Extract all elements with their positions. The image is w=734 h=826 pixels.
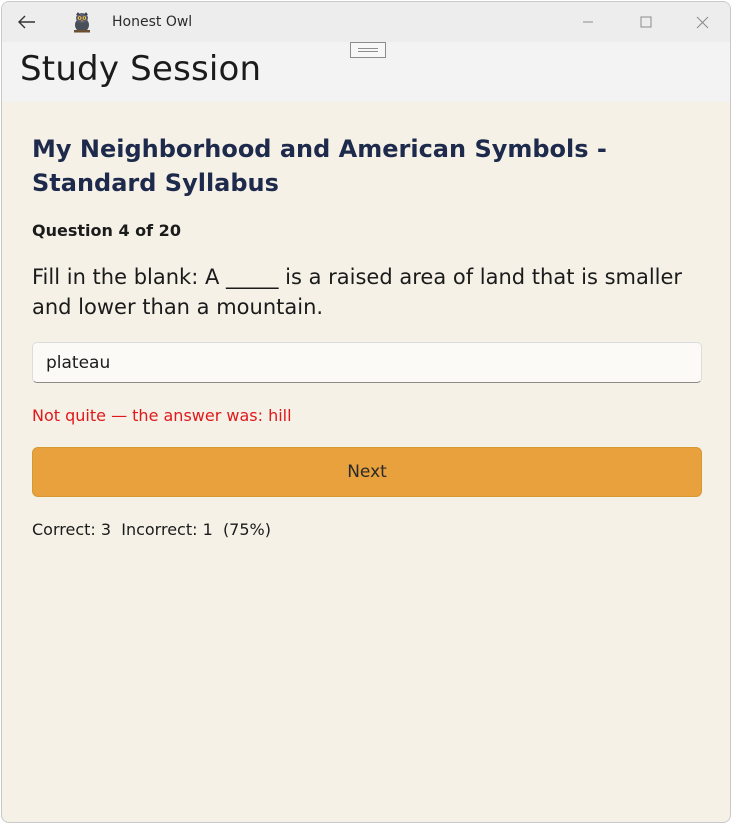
maximize-icon	[640, 16, 652, 28]
score-summary: Correct: 3 Incorrect: 1 (75%)	[32, 520, 271, 539]
close-button[interactable]	[674, 2, 730, 42]
next-button[interactable]: Next	[32, 447, 702, 497]
back-button[interactable]	[10, 6, 44, 38]
deck-title: My Neighborhood and American Symbols - S…	[32, 135, 607, 197]
question-text: Fill in the blank: A _____ is a raised a…	[32, 265, 683, 319]
page-title: Study Session	[20, 49, 262, 89]
app-window: Honest Owl Study Session My Neighborhood…	[1, 1, 731, 823]
drag-handle[interactable]	[350, 42, 386, 58]
arrow-left-icon	[18, 15, 35, 29]
minimize-icon	[583, 21, 593, 23]
page-header: Study Session	[2, 42, 730, 102]
study-content: My Neighborhood and American Symbols - S…	[32, 102, 702, 541]
minimize-button[interactable]	[560, 2, 616, 42]
answer-input[interactable]	[32, 342, 702, 383]
feedback-message: Not quite — the answer was: hill	[32, 406, 292, 425]
app-title: Honest Owl	[112, 14, 193, 30]
title-bar[interactable]: Honest Owl	[2, 2, 730, 42]
owl-icon	[74, 12, 90, 33]
question-counter: Question 4 of 20	[32, 221, 181, 240]
close-icon	[696, 16, 708, 28]
maximize-button[interactable]	[618, 2, 674, 42]
